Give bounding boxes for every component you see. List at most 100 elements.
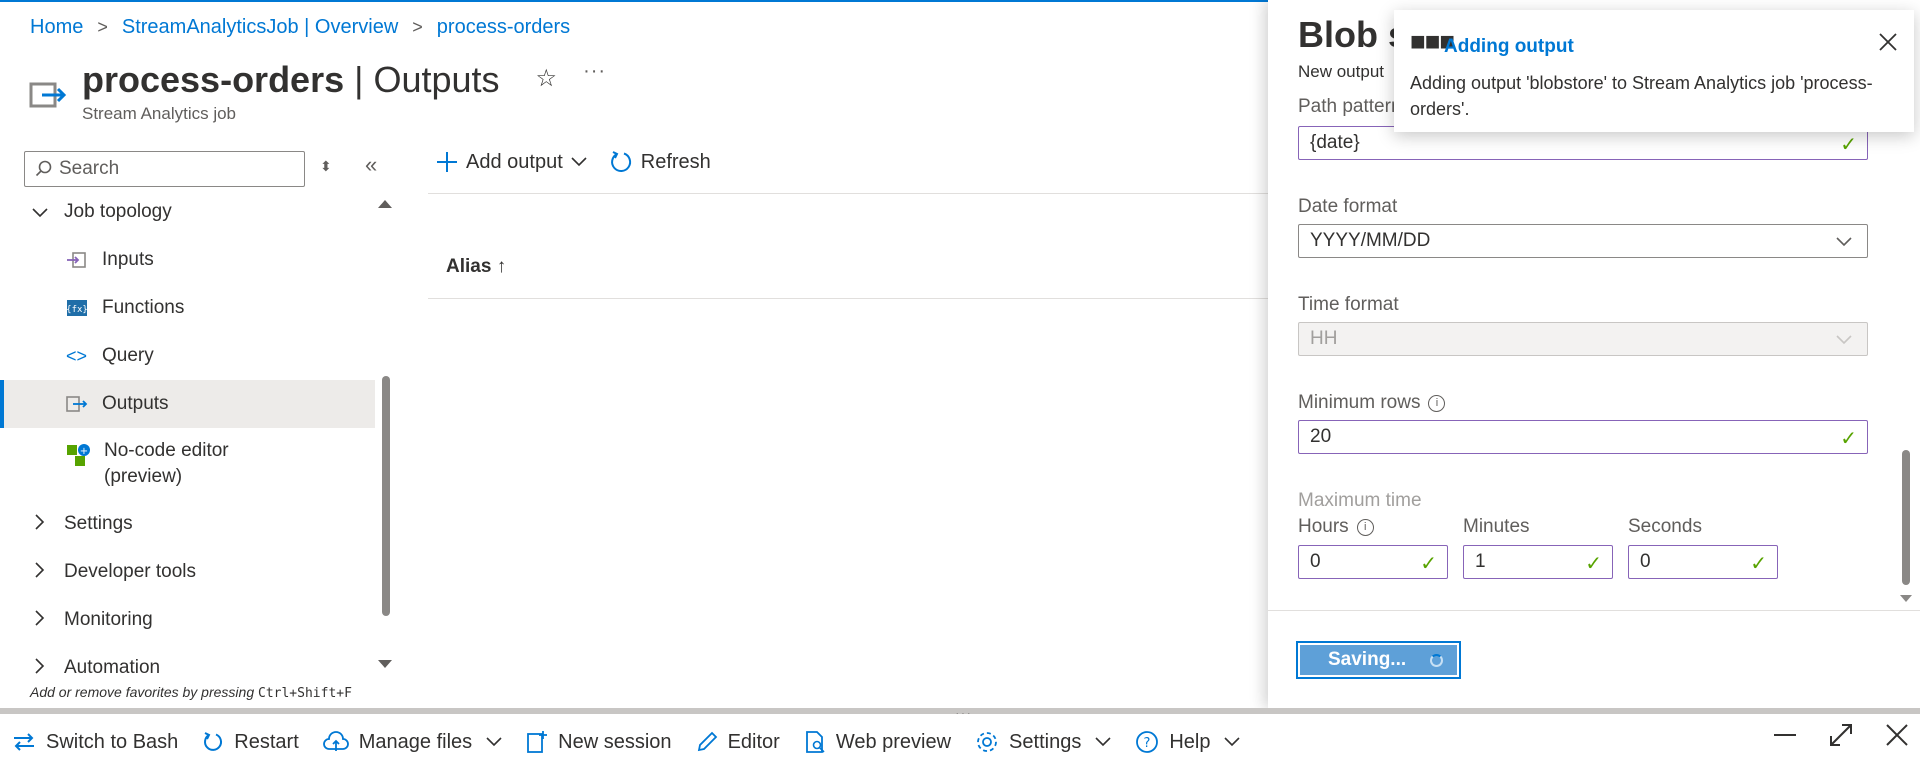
new-session-button[interactable]: New session bbox=[526, 730, 672, 754]
shell-window-controls bbox=[1772, 722, 1910, 748]
expand-collapse-all-icon[interactable]: ⬍ bbox=[320, 158, 332, 175]
checkmark-icon: ✓ bbox=[1840, 428, 1857, 450]
favorite-star-icon[interactable]: ☆ bbox=[536, 64, 558, 93]
hours-input[interactable]: 0 ✓ bbox=[1298, 545, 1448, 579]
sidebar-item-query[interactable]: <> Query bbox=[0, 332, 375, 380]
refresh-icon bbox=[610, 151, 631, 172]
breadcrumb-home[interactable]: Home bbox=[30, 16, 83, 39]
sidebar-item-functions[interactable]: {fx} Functions bbox=[0, 284, 375, 332]
panel-scrollbar-thumb[interactable] bbox=[1902, 450, 1910, 585]
chevron-right-icon bbox=[30, 513, 50, 535]
panel-footer-divider bbox=[1268, 610, 1920, 611]
manage-files-button[interactable]: Manage files bbox=[322, 731, 502, 754]
date-format-select[interactable]: YYYY/MM/DD bbox=[1298, 224, 1868, 258]
maximize-icon[interactable] bbox=[1828, 722, 1854, 748]
sidebar-item-label-suffix: (preview) bbox=[104, 466, 183, 487]
new-session-icon bbox=[527, 731, 548, 753]
svg-text:+: + bbox=[80, 446, 88, 457]
close-icon[interactable] bbox=[1878, 32, 1898, 52]
search-icon bbox=[35, 160, 52, 177]
chevron-down-icon bbox=[1224, 737, 1241, 747]
sidebar-item-label: Job topology bbox=[64, 201, 172, 222]
notification-toast: ■■■ Adding output Adding output 'blobsto… bbox=[1394, 10, 1914, 132]
time-format-select[interactable]: HH bbox=[1298, 322, 1868, 356]
info-icon[interactable]: i bbox=[1428, 395, 1446, 412]
gear-icon bbox=[977, 732, 997, 752]
sidebar-item-label: Settings bbox=[64, 513, 133, 534]
search-placeholder: Search bbox=[59, 158, 120, 179]
minimum-rows-input[interactable]: 20 ✓ bbox=[1298, 420, 1868, 454]
sidebar-item-label: Monitoring bbox=[64, 609, 153, 630]
minimum-rows-label: Minimum rows i bbox=[1298, 392, 1446, 414]
chevron-down-icon bbox=[1836, 237, 1852, 247]
web-preview-button[interactable]: Web preview bbox=[804, 730, 951, 754]
switch-arrows-icon bbox=[14, 733, 34, 751]
chevron-down-icon bbox=[571, 157, 587, 167]
scroll-down-arrow-icon[interactable] bbox=[378, 660, 392, 668]
editor-button[interactable]: Editor bbox=[696, 731, 780, 754]
command-bar-divider bbox=[428, 193, 1270, 194]
toast-title[interactable]: Adding output bbox=[1444, 36, 1574, 58]
panel-title: Blob s bbox=[1298, 14, 1409, 55]
chevron-down-icon bbox=[486, 737, 502, 747]
help-icon: ? bbox=[1136, 731, 1159, 753]
refresh-button[interactable]: Refresh bbox=[609, 150, 711, 174]
date-format-label: Date format bbox=[1298, 196, 1398, 217]
saving-button[interactable]: Saving... bbox=[1296, 641, 1461, 679]
collapse-sidebar-icon[interactable]: « bbox=[365, 152, 377, 178]
sidebar-group-settings[interactable]: Settings bbox=[0, 500, 375, 548]
sidebar-scrollbar-thumb[interactable] bbox=[382, 376, 390, 616]
minutes-input[interactable]: 1 ✓ bbox=[1463, 545, 1613, 579]
chevron-right-icon: > bbox=[97, 17, 108, 37]
sidebar-item-label: Automation bbox=[64, 657, 161, 678]
favorites-hint: Add or remove favorites by pressing Ctrl… bbox=[30, 684, 352, 701]
sidebar-item-no-code-editor[interactable]: + No-code editor (preview) bbox=[0, 428, 375, 500]
sidebar-item-label: Functions bbox=[102, 297, 185, 318]
sidebar-group-developer-tools[interactable]: Developer tools bbox=[0, 548, 375, 596]
checkmark-icon: ✓ bbox=[1420, 553, 1437, 575]
panel-subtitle: New output bbox=[1298, 62, 1384, 81]
breadcrumb-current[interactable]: process-orders bbox=[437, 16, 570, 39]
toast-message: Adding output 'blobstore' to Stream Anal… bbox=[1410, 73, 1873, 119]
chevron-right-icon bbox=[30, 609, 50, 631]
breadcrumb-overview[interactable]: StreamAnalyticsJob | Overview bbox=[122, 16, 398, 39]
switch-to-bash-button[interactable]: Switch to Bash bbox=[12, 731, 178, 754]
seconds-label: Seconds bbox=[1628, 516, 1702, 537]
add-output-button[interactable]: Add output bbox=[436, 151, 587, 174]
page-header: process-orders | Outputs Stream Analytic… bbox=[28, 58, 606, 124]
restart-button[interactable]: Restart bbox=[202, 731, 299, 754]
sidebar-item-label: Outputs bbox=[102, 393, 169, 414]
seconds-input[interactable]: 0 ✓ bbox=[1628, 545, 1778, 579]
sidebar-item-inputs[interactable]: Inputs bbox=[0, 236, 375, 284]
chevron-down-icon bbox=[1095, 737, 1111, 747]
scroll-up-arrow-icon[interactable] bbox=[378, 200, 392, 208]
path-pattern-label: Path pattern bbox=[1298, 96, 1402, 117]
inputs-icon bbox=[67, 252, 86, 268]
maximum-time-label: Maximum time bbox=[1298, 490, 1422, 511]
code-brackets-icon: <> bbox=[66, 345, 88, 366]
more-actions-icon[interactable]: ··· bbox=[583, 60, 606, 83]
sidebar-item-label: Query bbox=[102, 345, 154, 366]
page-subtitle: Stream Analytics job bbox=[82, 104, 237, 123]
info-icon[interactable]: i bbox=[1356, 519, 1374, 536]
minimize-icon[interactable] bbox=[1772, 722, 1798, 748]
checkmark-icon: ✓ bbox=[1840, 134, 1857, 156]
table-header-divider bbox=[428, 298, 1270, 299]
chevron-down-icon bbox=[30, 202, 50, 223]
command-bar: Add output Refresh bbox=[436, 150, 711, 174]
sidebar-group-monitoring[interactable]: Monitoring bbox=[0, 596, 375, 644]
outputs-icon bbox=[29, 82, 67, 108]
close-icon[interactable] bbox=[1884, 722, 1910, 748]
cloud-shell-toolbar: Switch to Bash Restart Manage files New … bbox=[0, 714, 1920, 770]
scroll-down-arrow-icon[interactable] bbox=[1900, 595, 1912, 602]
sidebar-search-input[interactable]: Search bbox=[24, 151, 305, 187]
sidebar-item-label: Developer tools bbox=[64, 561, 197, 582]
sidebar-group-job-topology[interactable]: Job topology bbox=[0, 188, 375, 236]
checkmark-icon: ✓ bbox=[1750, 553, 1767, 575]
sidebar-item-outputs[interactable]: Outputs bbox=[0, 380, 375, 428]
shell-settings-button[interactable]: Settings bbox=[975, 730, 1111, 754]
alias-column-header[interactable]: Alias ↑ bbox=[446, 256, 506, 278]
help-button[interactable]: ? Help bbox=[1135, 730, 1241, 754]
chevron-right-icon bbox=[30, 657, 50, 679]
time-format-label: Time format bbox=[1298, 294, 1399, 315]
